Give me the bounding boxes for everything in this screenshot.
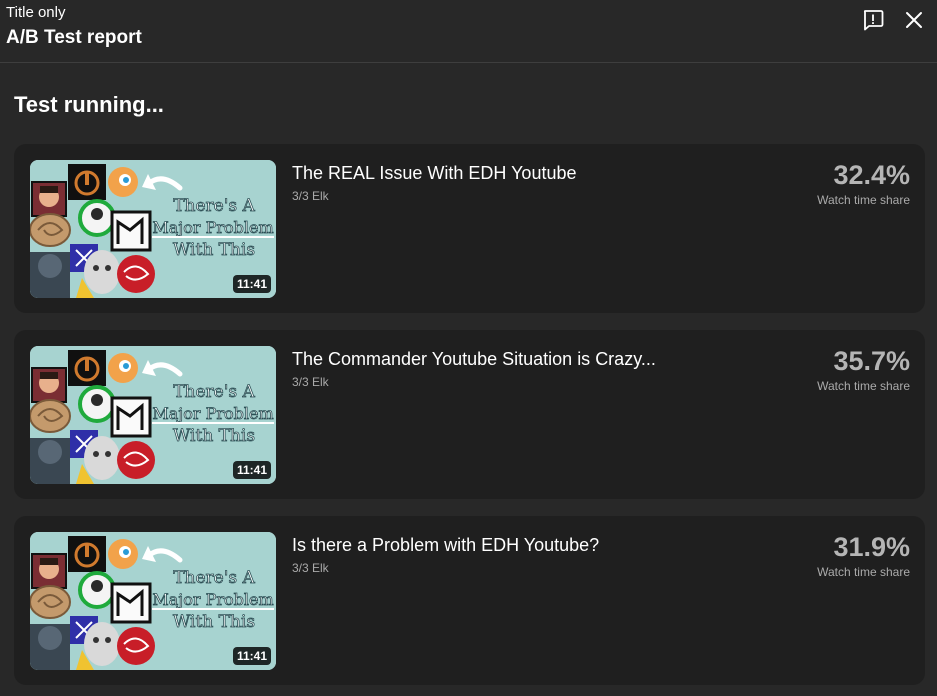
channel-name: 3/3 Elk <box>292 189 329 203</box>
watch-time-share-label: Watch time share <box>817 193 910 207</box>
thumbnail-text-line: With This <box>173 240 255 260</box>
video-thumbnail[interactable]: There's A Major Problem With This 11:41 <box>30 532 276 670</box>
feedback-button[interactable] <box>861 8 885 32</box>
channel-name: 3/3 Elk <box>292 375 329 389</box>
channel-name: 3/3 Elk <box>292 561 329 575</box>
variant-card: There's A Major Problem With This 11:41 Th… <box>14 330 925 499</box>
thumbnail-text-line: Major Problem <box>152 218 273 237</box>
video-duration: 11:41 <box>232 647 271 665</box>
test-status: Test running... <box>14 92 164 117</box>
test-type-label: Title only <box>6 4 66 21</box>
thumbnail-text-line: With This <box>173 612 255 632</box>
watch-time-share-label: Watch time share <box>817 565 910 579</box>
close-icon <box>906 12 922 28</box>
variant-card: There's A Major Problem With This 11:41 Is… <box>14 516 925 685</box>
thumbnail-text-line: There's A <box>173 382 255 402</box>
thumbnail-text-line: There's A <box>173 196 255 216</box>
watch-time-share-value: 32.4% <box>833 160 910 190</box>
video-duration: 11:41 <box>232 275 271 293</box>
feedback-icon <box>863 10 884 31</box>
dialog-header: Title only A/B Test report <box>0 0 937 63</box>
watch-time-share-value: 31.9% <box>833 532 910 562</box>
variant-title: Is there a Problem with EDH Youtube? <box>292 535 600 555</box>
variant-title: The Commander Youtube Situation is Crazy… <box>292 349 656 369</box>
thumbnail-text-line: With This <box>173 426 255 446</box>
watch-time-share-value: 35.7% <box>833 346 910 376</box>
variant-title: The REAL Issue With EDH Youtube <box>292 163 577 183</box>
close-button[interactable] <box>902 8 926 32</box>
thumbnail-text-line: Major Problem <box>152 404 273 423</box>
video-duration: 11:41 <box>232 461 271 479</box>
thumbnail-text-line: Major Problem <box>152 590 273 609</box>
thumbnail-text-line: There's A <box>173 568 255 588</box>
video-thumbnail[interactable]: There's A Major Problem With This 11:41 <box>30 346 276 484</box>
variant-card: There's A Major Problem With This 11:41 Th… <box>14 144 925 313</box>
video-thumbnail[interactable]: There's A Major Problem With This 11:41 <box>30 160 276 298</box>
watch-time-share-label: Watch time share <box>817 379 910 393</box>
dialog-title: A/B Test report <box>6 27 142 48</box>
